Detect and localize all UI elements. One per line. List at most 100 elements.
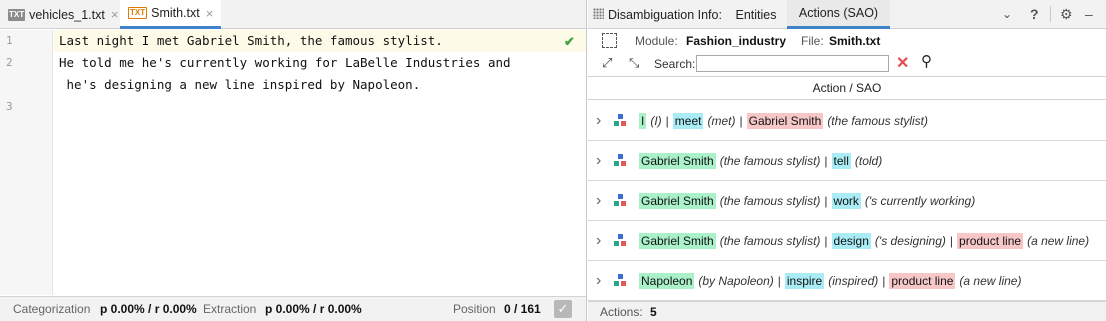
search-label: Search: — [654, 57, 696, 71]
txt-file-icon: TXT — [128, 7, 148, 19]
editor-line[interactable]: He told me he's currently working for La… — [59, 55, 511, 70]
module-label: Module: — [635, 34, 678, 48]
sao-row[interactable]: › Gabriel Smith (the famous stylist) | tell(… — [588, 141, 1106, 181]
tab-label: Entities — [735, 7, 777, 22]
tab-label: Smith.txt — [151, 6, 200, 20]
sao-row[interactable]: › Napoleon (by Napoleon) | inspire (inspired)… — [588, 261, 1106, 301]
module-value: Fashion_industry — [686, 34, 787, 48]
object-chip[interactable]: product line — [889, 272, 956, 289]
separator: | — [824, 153, 828, 168]
check-icon: ✔ — [564, 34, 575, 49]
search-toolbar: ⤢ ⤡ Search: ✕ ⚲ — [588, 53, 1106, 75]
grip-icon[interactable] — [593, 8, 604, 19]
disambiguation-panel: Disambiguation Info: Entities Actions (S… — [588, 0, 1106, 321]
column-header[interactable]: Action / SAO — [588, 76, 1106, 100]
module-toolbar: Module: Fashion_industry File: Smith.txt — [588, 29, 1106, 53]
object-chip[interactable]: Gabriel Smith — [746, 112, 824, 129]
checkbox-icon[interactable]: ✓ — [554, 300, 572, 318]
source-text: (told) — [854, 153, 883, 168]
clear-icon[interactable]: ✕ — [896, 53, 909, 73]
position-label: Position — [453, 302, 496, 316]
chevron-down-icon[interactable]: ⌄ — [1002, 7, 1012, 21]
action-chip[interactable]: work — [831, 192, 861, 209]
action-chip[interactable]: tell — [831, 152, 851, 169]
source-text: (the famous stylist) — [719, 153, 821, 168]
editor-line[interactable]: he's designing a new line inspired by Na… — [59, 77, 421, 92]
sao-node-icon — [614, 114, 626, 126]
divider — [1050, 6, 1051, 22]
sao-triple: Gabriel Smith (the famous stylist) | tell (t… — [639, 152, 883, 169]
txt-file-icon: TXT — [8, 8, 26, 21]
sao-triple: Gabriel Smith (the famous stylist) | design… — [639, 232, 1090, 249]
sao-triple: Napoleon (by Napoleon) | inspire (inspired) |… — [639, 272, 1022, 289]
chevron-right-icon[interactable]: › — [596, 272, 601, 290]
close-icon[interactable]: × — [206, 6, 214, 21]
chevron-right-icon[interactable]: › — [596, 152, 601, 170]
separator: | — [739, 113, 743, 128]
sao-row[interactable]: › Gabriel Smith (the famous stylist) | work(… — [588, 181, 1106, 221]
line-number: 2 — [6, 56, 13, 69]
expand-all-icon[interactable]: ⤢ — [602, 55, 612, 71]
sao-row[interactable]: › Gabriel Smith (the famous stylist) | desig… — [588, 221, 1106, 261]
source-text: (I) — [650, 113, 662, 128]
source-text: ('s designing) — [874, 233, 946, 248]
separator: | — [824, 233, 828, 248]
line-number: 3 — [6, 100, 13, 113]
chevron-right-icon[interactable]: › — [596, 112, 601, 130]
sao-node-icon — [614, 234, 626, 246]
chevron-right-icon[interactable]: › — [596, 232, 601, 250]
sao-node-icon — [614, 194, 626, 206]
editor-line[interactable]: Last night I met Gabriel Smith, the famo… — [59, 33, 443, 48]
panel-status-bar: Actions: 5 — [588, 301, 1106, 321]
line-number-gutter: 1 2 3 — [0, 30, 53, 295]
minimize-icon[interactable]: – — [1085, 6, 1093, 22]
search-input[interactable] — [696, 55, 889, 72]
tab-actions-sao[interactable]: Actions (SAO) — [787, 0, 890, 29]
editor-status-bar: Categorization p 0.00% / r 0.00% Extract… — [0, 296, 586, 321]
sao-row[interactable]: › I (I) | meet (met) | Gabriel Smith (the famous… — [588, 101, 1106, 141]
categorization-value: p 0.00% / r 0.00% — [100, 302, 197, 316]
tab-label: vehicles_1.txt — [29, 7, 105, 22]
line-number: 1 — [6, 34, 13, 47]
action-chip[interactable]: meet — [672, 112, 704, 129]
actions-label: Actions: — [600, 305, 643, 319]
tab-label: Actions (SAO) — [798, 6, 879, 20]
panel-title: Disambiguation Info: — [608, 8, 722, 22]
collapse-all-icon[interactable]: ⤡ — [629, 55, 639, 71]
tab-entities[interactable]: Entities — [728, 0, 784, 29]
tab-smith[interactable]: TXT Smith.txt × — [120, 0, 221, 29]
source-text: (a new line) — [1027, 233, 1090, 248]
subject-chip[interactable]: Gabriel Smith — [639, 152, 716, 169]
source-text: (a new line) — [959, 273, 1022, 288]
source-text: (inspired) — [828, 273, 879, 288]
action-chip[interactable]: design — [831, 232, 871, 249]
separator: | — [949, 233, 954, 248]
gear-icon[interactable]: ⚙ — [1060, 6, 1073, 23]
separator: | — [882, 273, 886, 288]
select-region-icon[interactable] — [602, 33, 617, 48]
file-value: Smith.txt — [829, 34, 881, 48]
sao-triple: I (I) | meet (met) | Gabriel Smith (the famous … — [639, 112, 928, 129]
sao-node-icon — [614, 154, 626, 166]
object-chip[interactable]: product line — [957, 232, 1024, 249]
position-value: 0 / 161 — [504, 302, 541, 316]
source-text: (the famous stylist) — [719, 193, 821, 208]
close-icon[interactable]: × — [111, 7, 119, 22]
action-chip[interactable]: inspire — [784, 272, 825, 289]
help-icon[interactable]: ? — [1030, 6, 1039, 22]
app-window: TXT vehicles_1.txt × TXT Smith.txt × 1 2… — [0, 0, 1106, 321]
categorization-label: Categorization — [13, 302, 91, 316]
subject-chip[interactable]: Gabriel Smith — [639, 192, 716, 209]
tab-vehicles[interactable]: TXT vehicles_1.txt × — [0, 0, 118, 29]
search-icon[interactable]: ⚲ — [921, 52, 932, 70]
chevron-right-icon[interactable]: › — [596, 192, 601, 210]
editor-pane: TXT vehicles_1.txt × TXT Smith.txt × 1 2… — [0, 0, 587, 321]
file-label: File: — [801, 34, 824, 48]
subject-chip[interactable]: I — [639, 112, 647, 129]
panel-header: Disambiguation Info: Entities Actions (S… — [588, 0, 1106, 29]
separator: | — [777, 273, 781, 288]
subject-chip[interactable]: Napoleon — [639, 272, 695, 289]
text-editor[interactable]: Last night I met Gabriel Smith, the famo… — [54, 30, 586, 295]
subject-chip[interactable]: Gabriel Smith — [639, 232, 716, 249]
editor-tab-bar: TXT vehicles_1.txt × TXT Smith.txt × — [0, 0, 586, 29]
